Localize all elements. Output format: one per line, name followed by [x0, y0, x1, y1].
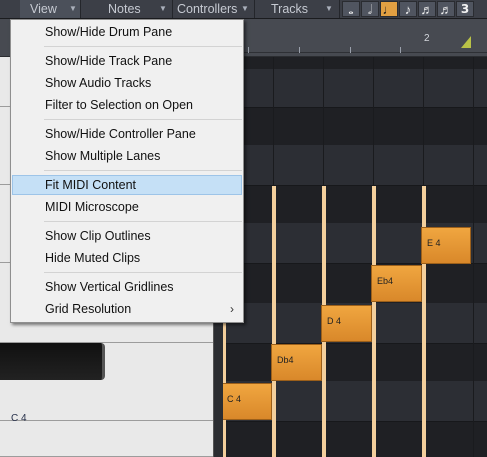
menu-separator [44, 119, 242, 120]
chevron-right-icon: › [230, 302, 234, 316]
menu-item-midi-microscope[interactable]: MIDI Microscope [12, 197, 242, 217]
triplet-button[interactable]: 3 [456, 1, 474, 17]
end-marker-icon[interactable] [461, 36, 471, 48]
menu-item-show-multiple-lanes[interactable]: Show Multiple Lanes [12, 146, 242, 166]
beat-line [372, 186, 376, 457]
midi-note[interactable]: Db4 [271, 344, 322, 381]
menu-controllers-label: Controllers [177, 2, 238, 16]
piano-roll-window: View ▼ Notes ▼ Controllers ▼ Tracks ▼ 𝅝 … [0, 0, 487, 457]
ruler-tick [400, 47, 401, 53]
measure-number: 2 [424, 33, 430, 44]
menu-separator [44, 170, 242, 171]
midi-note[interactable]: E 4 [421, 227, 471, 264]
menu-item-fit-midi-content[interactable]: Fit MIDI Content [12, 175, 242, 195]
grid-hline [222, 107, 487, 108]
chevron-down-icon: ▼ [241, 4, 249, 13]
black-key[interactable] [0, 343, 105, 380]
menu-view-label: View [30, 2, 57, 16]
menu-item-show-audio-tracks[interactable]: Show Audio Tracks [12, 73, 242, 93]
midi-note[interactable]: C 4 [221, 383, 272, 420]
grid-hline [222, 421, 487, 422]
menu-item-hide-muted-clips[interactable]: Hide Muted Clips [12, 248, 242, 268]
menu-item-show-hide-drum-pane[interactable]: Show/Hide Drum Pane [12, 22, 242, 42]
sixteenth-note-icon[interactable]: ♬ [418, 1, 436, 17]
menu-separator [44, 46, 242, 47]
grid-hline [222, 185, 487, 186]
ruler-tick [248, 47, 249, 53]
half-note-icon[interactable]: 𝅗𝅥 [361, 1, 379, 17]
menu-notes[interactable]: Notes ▼ [81, 0, 171, 18]
menu-view[interactable]: View ▼ [20, 0, 80, 18]
menu-tracks-label: Tracks [271, 2, 309, 16]
pitch-lane [222, 145, 487, 185]
pitch-lane [222, 421, 487, 457]
chevron-down-icon: ▼ [159, 4, 167, 13]
pitch-lane [222, 107, 487, 145]
midi-note[interactable]: Eb4 [371, 265, 422, 302]
menu-item-show-hide-track-pane[interactable]: Show/Hide Track Pane [12, 51, 242, 71]
view-menu-dropdown: Show/Hide Drum Pane Show/Hide Track Pane… [10, 19, 244, 323]
pitch-lane [222, 343, 487, 381]
ruler-tick [299, 47, 300, 53]
menu-item-show-vertical-gridlines[interactable]: Show Vertical Gridlines [12, 277, 242, 297]
ruler-tick [350, 47, 351, 53]
chevron-down-icon: ▼ [69, 4, 77, 13]
eighth-note-icon[interactable]: ♪ [399, 1, 417, 17]
menu-item-show-hide-controller-pane[interactable]: Show/Hide Controller Pane [12, 124, 242, 144]
thirty-second-note-icon[interactable]: ♬ [437, 1, 455, 17]
pitch-lane [222, 185, 487, 223]
menu-controllers[interactable]: Controllers ▼ [173, 0, 253, 18]
whole-note-icon[interactable]: 𝅝 [342, 1, 360, 17]
pitch-lane [222, 57, 487, 69]
menu-item-show-clip-outlines[interactable]: Show Clip Outlines [12, 226, 242, 246]
beat-line [272, 186, 276, 457]
key-label-c4: C 4 [11, 413, 27, 424]
menu-separator [44, 272, 242, 273]
ruler-baseline [225, 52, 487, 53]
chevron-down-icon: ▼ [325, 4, 333, 13]
menu-item-grid-resolution-label: Grid Resolution [45, 302, 132, 316]
grid-hline [222, 343, 487, 344]
menu-separator [44, 221, 242, 222]
menu-item-filter-to-selection[interactable]: Filter to Selection on Open [12, 95, 242, 115]
menu-tracks[interactable]: Tracks ▼ [255, 0, 339, 18]
menu-item-grid-resolution[interactable]: Grid Resolution › [12, 299, 242, 319]
quarter-note-icon[interactable]: ♩ [380, 1, 398, 17]
white-key[interactable] [0, 421, 215, 457]
grid-vline [473, 57, 474, 457]
pitch-lane [222, 69, 487, 107]
midi-note[interactable]: D 4 [321, 305, 372, 342]
menubar: View ▼ Notes ▼ Controllers ▼ Tracks ▼ 𝅝 … [0, 0, 487, 19]
menubar-divider [339, 0, 340, 18]
pitch-lane [222, 263, 487, 303]
menu-notes-label: Notes [108, 2, 141, 16]
